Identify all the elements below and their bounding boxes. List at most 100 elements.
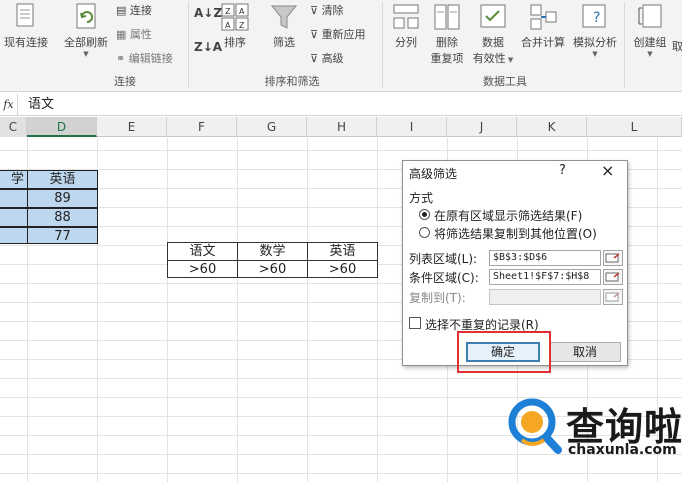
criteria-header-cell[interactable]: 语文 [167,242,238,261]
ribbon: 现有连接 全部刷新 ▼ ▤ 连接 ▦ 属性 ⚭ 编辑链接 连接 A↓Z Z↓A [0,0,682,92]
table-header-cell[interactable]: 英语 [27,170,98,189]
criteria-header-cell[interactable]: 数学 [237,242,308,261]
range-select-icon [605,272,620,282]
formula-input[interactable]: 语文 [28,94,54,116]
criteria-condition-cell[interactable]: >60 [167,260,238,278]
table-cell[interactable]: 77 [27,227,98,244]
filter-in-place-radio[interactable] [419,209,430,220]
text-to-columns-button[interactable]: 分列 [388,2,424,50]
svg-text:A: A [225,21,231,30]
create-group-button[interactable]: 创建组 ▼ [628,2,672,58]
consolidate-button[interactable]: 合并计算 [518,2,568,50]
highlight-box [457,331,551,373]
formula-bar: fx 语文 [0,94,682,116]
filter-button[interactable]: 筛选 [266,2,302,50]
column-header-c[interactable]: C [0,117,27,137]
criteria-header-cell[interactable]: 英语 [307,242,378,261]
table-cell[interactable]: 89 [27,189,98,208]
svg-text:Z: Z [225,7,231,16]
group-label-connections: 连接 [114,75,136,88]
ribbon-separator [624,2,625,88]
range-select-icon [605,253,620,263]
column-header-g[interactable]: G [237,117,307,137]
table-cell[interactable] [0,189,28,208]
refresh-all-button[interactable]: 全部刷新 ▼ [60,2,112,58]
filter-in-place-label[interactable]: 在原有区域显示筛选结果(F) [434,207,582,224]
group-label-data-tools: 数据工具 [483,75,527,88]
cancel-button[interactable]: 取消 [549,342,621,362]
data-validation-button[interactable]: 数据 有效性 ▼ [470,2,516,66]
chevron-down-icon: ▼ [592,50,598,58]
list-range-input[interactable]: $B$3:$D$6 [489,250,601,266]
criteria-range-input[interactable]: Sheet1!$F$7:$H$8 [489,269,601,285]
help-button[interactable]: ? [559,163,566,178]
svg-text:?: ? [593,10,600,26]
copy-to-label: 复制到(T): [409,291,466,305]
existing-connections-button[interactable]: 现有连接 [0,2,52,50]
clear-button[interactable]: ⊽ 清除 [310,2,344,18]
criteria-range-collapse-button[interactable] [603,269,623,285]
copy-to-collapse-button[interactable] [603,289,623,305]
criteria-range-label: 条件区域(C): [409,271,479,285]
existing-connections-icon [16,3,34,27]
copy-to-input[interactable] [489,289,601,305]
method-label: 方式 [409,191,434,205]
column-header-f[interactable]: F [167,117,237,137]
list-range-collapse-button[interactable] [603,250,623,266]
what-if-analysis-button[interactable]: ? 模拟分析 ▼ [568,2,622,58]
column-header-l[interactable]: L [587,117,682,137]
ungroup-button[interactable]: 取 [672,38,682,54]
criteria-condition-cell[interactable]: >60 [237,260,308,278]
range-select-icon [605,292,620,302]
column-header-h[interactable]: H [307,117,377,137]
refresh-icon [76,3,96,29]
svg-text:A: A [239,7,245,16]
sort-button[interactable]: Z A A Z 排序 [218,2,252,50]
copy-to-location-radio[interactable] [419,227,430,238]
data-validation-icon [480,4,506,28]
reapply-icon: ⊽ [310,28,319,41]
column-header-j[interactable]: J [447,117,517,137]
copy-to-location-label[interactable]: 将筛选结果复制到其他位置(O) [434,225,597,242]
chevron-down-icon: ▼ [647,50,653,58]
table-cell[interactable] [0,227,28,244]
text-to-columns-icon [393,4,419,29]
magnifier-logo-icon [508,398,562,454]
reapply-button[interactable]: ⊽ 重新应用 [310,26,366,42]
advanced-filter-icon: ⊽ [310,52,319,65]
link-icon: ⚭ [116,52,126,65]
clear-filter-icon: ⊽ [310,4,319,17]
column-header-d[interactable]: D [27,117,97,137]
properties-icon: ▦ [116,28,127,41]
close-button[interactable]: × [601,161,614,180]
table-cell[interactable]: 88 [27,208,98,227]
consolidate-icon [530,4,557,30]
group-icon [638,4,662,28]
chevron-down-icon: ▼ [83,50,89,58]
watermark: 查询啦 chaxunla.com [506,394,682,464]
chevron-down-icon: ▼ [505,56,514,64]
edit-links-button[interactable]: ⚭ 编辑链接 [116,50,173,66]
unique-records-checkbox[interactable] [409,317,421,329]
filter-funnel-icon [270,5,298,29]
connections-icon: ▤ [116,4,127,17]
advanced-filter-button[interactable]: ⊽ 高级 [310,50,344,66]
sort-icon: Z A A Z [221,3,249,31]
column-header-i[interactable]: I [377,117,447,137]
column-header-e[interactable]: E [97,117,167,137]
list-range-label: 列表区域(L): [409,252,478,266]
watermark-url: chaxunla.com [568,442,677,458]
dialog-title: 高级筛选 [409,167,458,181]
remove-duplicates-button[interactable]: 删除 重复项 [426,2,468,66]
table-cell[interactable] [0,208,28,227]
criteria-condition-cell[interactable]: >60 [307,260,378,278]
remove-duplicates-icon [434,4,460,30]
group-label-sort-filter: 排序和筛选 [264,75,320,88]
table-header-cell-partial[interactable]: 学 [0,170,28,189]
insert-function-button[interactable]: fx [0,94,18,115]
ribbon-separator [188,2,189,88]
column-header-k[interactable]: K [517,117,587,137]
connections-button[interactable]: ▤ 连接 [116,2,152,18]
ribbon-separator [382,2,383,88]
properties-button[interactable]: ▦ 属性 [116,26,152,42]
